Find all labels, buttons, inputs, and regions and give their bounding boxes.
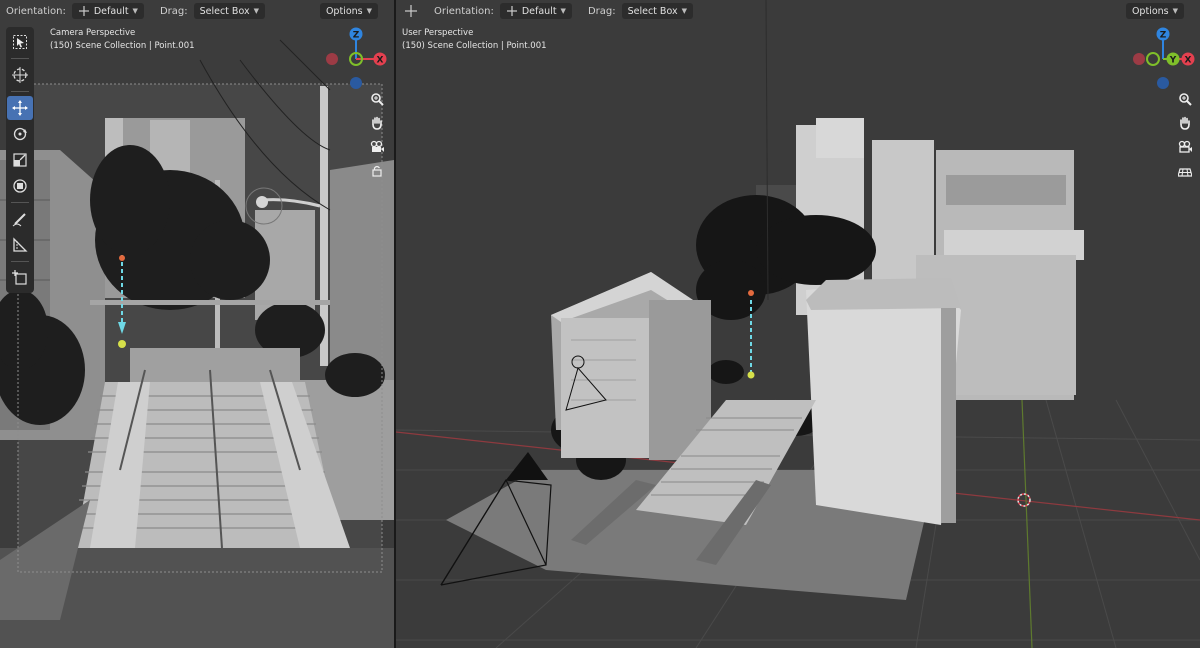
rotate-icon <box>13 127 27 141</box>
orientation-value: Default <box>93 5 129 17</box>
tool-annotate[interactable] <box>7 207 33 231</box>
tool-scale[interactable] <box>7 148 33 172</box>
move-icon <box>12 100 28 116</box>
zoom-icon[interactable] <box>368 90 386 108</box>
options-label: Options <box>325 5 363 17</box>
viewport-header: Orientation: Default ▼ Drag: Select Box … <box>396 0 1200 22</box>
hand-pan-icon[interactable] <box>1176 114 1194 132</box>
gizmo-z-label: Z <box>353 31 360 41</box>
tool-select-box[interactable] <box>7 30 33 54</box>
navigation-gizmo[interactable]: Y Z X <box>1129 24 1199 94</box>
tool-rotate[interactable] <box>7 122 33 146</box>
tool-measure[interactable] <box>7 233 33 257</box>
view-name: User Perspective <box>402 28 474 38</box>
chevron-down-icon: ▼ <box>1172 7 1178 15</box>
gizmo-neg-x[interactable] <box>1133 53 1145 65</box>
transform-pivot-icon-button[interactable] <box>404 3 418 19</box>
user-perspective-viewport[interactable]: Orientation: Default ▼ Drag: Select Box … <box>396 0 1200 648</box>
tool-move[interactable] <box>7 96 33 120</box>
chevron-down-icon: ▼ <box>253 7 259 15</box>
options-dropdown[interactable]: Options ▼ <box>1125 3 1184 19</box>
navigation-gizmo[interactable]: Z X <box>322 24 392 94</box>
tool-cursor[interactable] <box>7 63 33 87</box>
collection-info: (150) Scene Collection | Point.001 <box>50 41 195 51</box>
viewport-info: Camera Perspective (150) Scene Collectio… <box>50 27 195 53</box>
viewport-info: User Perspective (150) Scene Collection … <box>402 27 547 53</box>
drag-dropdown[interactable]: Select Box ▼ <box>193 3 265 19</box>
drag-value: Select Box <box>199 5 250 17</box>
orientation-axes-icon <box>78 6 89 16</box>
toolbar-divider <box>11 58 29 59</box>
camera-views-icon[interactable] <box>1176 138 1194 156</box>
gizmo-neg-x[interactable] <box>326 53 338 65</box>
toolbar-divider <box>11 91 29 92</box>
gizmo-neg-y[interactable] <box>1146 52 1160 66</box>
options-label: Options <box>1131 5 1169 17</box>
navigation-controls <box>1176 90 1194 180</box>
collection-info: (150) Scene Collection | Point.001 <box>402 41 547 51</box>
drag-value: Select Box <box>627 5 678 17</box>
gizmo-neg-z[interactable] <box>1157 77 1169 89</box>
gizmo-x-label: X <box>1185 56 1192 66</box>
chevron-down-icon: ▼ <box>366 7 372 15</box>
move-icon <box>405 5 417 17</box>
gizmo-x-label: X <box>377 56 384 66</box>
tool-shelf <box>6 27 34 293</box>
toolbar-divider <box>11 261 29 262</box>
zoom-icon[interactable] <box>1176 90 1194 108</box>
chevron-down-icon: ▼ <box>132 7 138 15</box>
measure-ruler-icon <box>13 237 28 252</box>
scale-icon <box>13 153 27 167</box>
camera-scene-render <box>0 0 394 648</box>
viewport-header: Orientation: Default ▼ Drag: Select Box … <box>0 0 394 22</box>
annotate-pencil-icon <box>12 213 26 227</box>
gizmo-z-label: Z <box>1160 31 1167 41</box>
user-perspective-scene <box>396 0 1200 648</box>
chevron-down-icon: ▼ <box>681 7 687 15</box>
lock-icon[interactable] <box>368 162 386 180</box>
chevron-down-icon: ▼ <box>560 7 566 15</box>
hand-pan-icon[interactable] <box>368 114 386 132</box>
orientation-dropdown[interactable]: Default ▼ <box>71 3 144 19</box>
gizmo-neg-z[interactable] <box>350 77 362 89</box>
view-name: Camera Perspective <box>50 28 136 38</box>
orientation-value: Default <box>521 5 557 17</box>
drag-label: Drag: <box>587 5 616 17</box>
camera-viewport[interactable]: Orientation: Default ▼ Drag: Select Box … <box>0 0 394 648</box>
tool-add-cube[interactable] <box>7 266 33 290</box>
select-box-icon <box>13 35 27 49</box>
gizmo-y-label: Y <box>1169 56 1177 66</box>
toolbar-divider <box>11 202 29 203</box>
camera-icon[interactable] <box>368 138 386 156</box>
navigation-controls <box>368 90 386 180</box>
drag-label: Drag: <box>159 5 188 17</box>
orientation-label: Orientation: <box>434 5 494 17</box>
tool-transform[interactable] <box>7 174 33 198</box>
orientation-axes-icon <box>506 6 517 16</box>
options-dropdown[interactable]: Options ▼ <box>319 3 378 19</box>
cursor-icon <box>12 67 28 83</box>
orientation-label: Orientation: <box>6 5 66 17</box>
transform-icon <box>13 179 27 193</box>
grid-icon[interactable] <box>1176 162 1194 180</box>
drag-dropdown[interactable]: Select Box ▼ <box>621 3 693 19</box>
orientation-dropdown[interactable]: Default ▼ <box>499 3 572 19</box>
add-cube-icon <box>12 270 27 285</box>
